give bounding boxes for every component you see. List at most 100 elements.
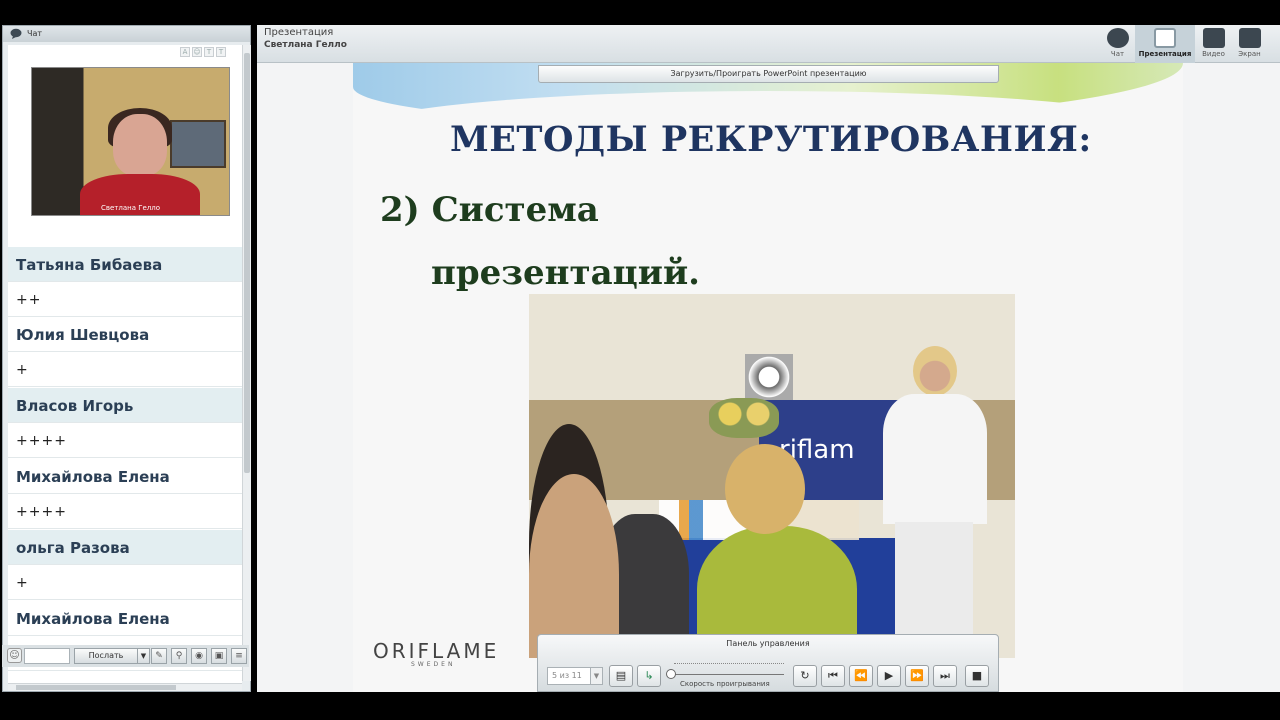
chat-message: ++ <box>8 282 242 317</box>
chat-author: Михайлова Елена <box>8 601 242 636</box>
page-select[interactable]: 5 из 11 ▼ <box>547 667 603 685</box>
chevron-down-icon[interactable]: ▼ <box>590 668 602 684</box>
emoticon-icon[interactable]: ☺ <box>7 648 22 663</box>
mode-screen-button[interactable]: Экран <box>1233 25 1266 63</box>
first-slide-button[interactable]: ⏮ <box>821 665 845 687</box>
fast-forward-button[interactable]: ⏩ <box>905 665 929 687</box>
chat-input[interactable] <box>24 648 70 664</box>
eraser-icon[interactable]: ✎ <box>151 648 167 664</box>
mode-video-button[interactable]: Видео <box>1197 25 1230 63</box>
scrollbar-thumb[interactable] <box>244 53 250 473</box>
last-slide-button[interactable]: ⏭ <box>933 665 957 687</box>
photo-audience <box>725 444 805 534</box>
photo-speaker <box>883 346 987 658</box>
slide-subheading: презентаций. <box>431 253 700 293</box>
presenter-face <box>113 114 167 176</box>
mode-chat-button[interactable]: Чат <box>1101 25 1134 63</box>
chevron-down-icon[interactable]: ▼ <box>137 649 149 663</box>
stop-icon: ■ <box>971 669 983 682</box>
send-button-label: Послать <box>88 651 124 660</box>
chat-author-name: Юлия Шевцова <box>16 326 150 344</box>
font-down-icon[interactable]: T <box>216 47 226 57</box>
mode-video-label: Видео <box>1202 50 1225 58</box>
chat-author: Власов Игорь <box>8 388 242 423</box>
skip-start-icon: ⏮ <box>828 669 838 682</box>
chat-panel: Чат A ☺ T T Светлана Гелло Татьяна Бибае… <box>2 25 251 692</box>
mode-screen-label: Экран <box>1238 50 1261 58</box>
photo-flowers <box>709 398 779 438</box>
brand-logo: ORIFLAME <box>373 639 500 663</box>
chat-message-text: ++++ <box>16 433 67 449</box>
chat-panel-header: Чат <box>3 26 250 42</box>
menu-icon[interactable]: ≡ <box>231 648 247 664</box>
mode-presentation-button[interactable]: Презентация <box>1135 25 1195 63</box>
lock-icon[interactable]: ▣ <box>211 648 227 664</box>
link-icon[interactable]: ⚲ <box>171 648 187 664</box>
speed-label: Скорость проигрывания <box>680 680 770 688</box>
wall-picture <box>170 120 226 168</box>
refresh-icon: ↻ <box>800 669 810 682</box>
speed-slider-track[interactable] <box>670 674 784 675</box>
video-camera-icon <box>1202 28 1225 48</box>
chat-bubble-icon <box>10 28 22 39</box>
chat-author-name: Михайлова Елена <box>16 468 170 486</box>
notes-button[interactable]: ▤ <box>609 665 633 687</box>
app-window: Чат A ☺ T T Светлана Гелло Татьяна Бибае… <box>0 0 1280 720</box>
italic-tool-icon[interactable]: ☺ <box>192 47 202 57</box>
control-panel: Панель управления 5 из 11 ▼ ▤ ↳ Скорость … <box>537 634 999 692</box>
bold-tool-icon[interactable]: A <box>180 47 190 57</box>
sync-button[interactable]: ↳ <box>637 665 661 687</box>
font-up-icon[interactable]: T <box>204 47 214 57</box>
chat-author: Юлия Шевцова <box>8 317 242 352</box>
chat-messages: A ☺ T T Светлана Гелло Татьяна Бибаева +… <box>8 45 242 683</box>
chat-author: Татьяна Бибаева <box>8 247 242 282</box>
stop-button[interactable]: ■ <box>965 665 989 687</box>
control-panel-title: Панель управления <box>726 639 810 648</box>
chat-format-toolbar: A ☺ T T <box>180 47 226 57</box>
photo-ceiling-fan <box>745 354 793 400</box>
notes-icon: ▤ <box>615 669 627 682</box>
speed-slider-handle[interactable] <box>666 669 676 679</box>
slide: МЕТОДЫ РЕКРУТИРОВАНИЯ: 2) Система презен… <box>353 63 1183 692</box>
chat-vertical-scrollbar[interactable] <box>242 45 251 681</box>
chat-author-name: ольга Разова <box>16 539 130 557</box>
chat-author: ольга Разова <box>8 530 242 565</box>
play-icon: ▶ <box>884 669 894 682</box>
chat-author: Михайлова Елена <box>8 459 242 494</box>
sync-icon: ↳ <box>644 669 654 682</box>
photo-speaker-head <box>913 346 957 396</box>
presentation-title: Презентация <box>264 27 334 38</box>
upload-presentation-button[interactable]: Загрузить/Проиграть PowerPoint презентац… <box>538 65 999 83</box>
mode-chat-label: Чат <box>1110 50 1125 58</box>
chat-message: + <box>8 352 242 387</box>
fast-forward-icon: ⏩ <box>910 669 924 682</box>
eye-icon[interactable]: ◉ <box>191 648 207 664</box>
chat-message: + <box>8 565 242 600</box>
play-button[interactable]: ▶ <box>877 665 901 687</box>
chat-message-text: ++++ <box>16 504 67 520</box>
rewind-button[interactable]: ⏪ <box>849 665 873 687</box>
scrollbar-thumb[interactable] <box>16 685 176 690</box>
chat-message-text: + <box>16 575 29 591</box>
speed-ticks <box>674 663 784 667</box>
chat-author-name: Власов Игорь <box>16 397 134 415</box>
brand-logo-subtitle: SWEDEN <box>411 661 456 668</box>
slide-photo: riflam <box>529 294 1015 658</box>
chat-message: ++++ <box>8 494 242 529</box>
slide-subheading: 2) Система <box>380 190 599 230</box>
chat-bubble-icon <box>1106 28 1129 48</box>
chat-author-name: Татьяна Бибаева <box>16 256 163 274</box>
webcam-video: Светлана Гелло <box>31 67 230 216</box>
refresh-button[interactable]: ↻ <box>793 665 817 687</box>
chat-header-label: Чат <box>27 29 43 38</box>
send-button[interactable]: Послать ▼ <box>74 648 150 664</box>
slide-heading: МЕТОДЫ РЕКРУТИРОВАНИЯ: <box>450 119 1092 160</box>
chat-author-name: Михайлова Елена <box>16 610 170 628</box>
chat-input-bar: ☺ Послать ▼ ✎ ⚲ ◉ ▣ ≡ <box>2 645 249 667</box>
chat-horizontal-scrollbar[interactable] <box>8 683 242 691</box>
mode-presentation-label: Презентация <box>1138 50 1192 58</box>
rewind-icon: ⏪ <box>854 669 868 682</box>
skip-end-icon: ⏭ <box>940 669 950 682</box>
video-caption: Светлана Гелло <box>100 204 161 212</box>
photo-speaker-body <box>883 394 987 524</box>
